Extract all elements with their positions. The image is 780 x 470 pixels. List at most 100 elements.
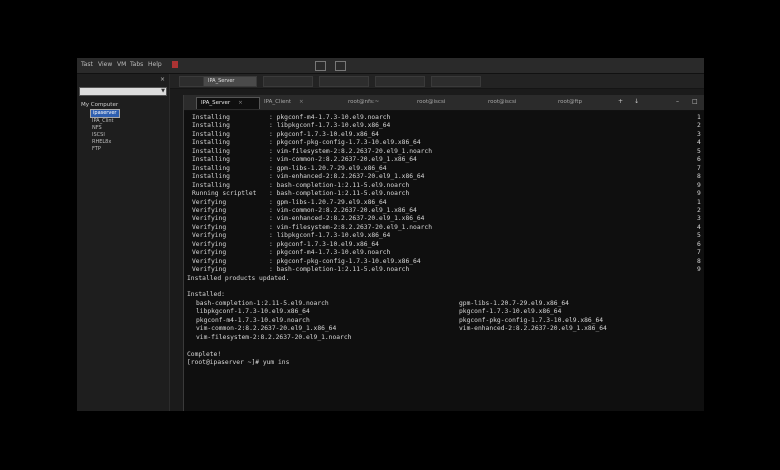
terminal-action: Verifying <box>192 206 227 214</box>
terminal-package: : pkgconf-m4-1.7.3-10.el9.noarch <box>269 249 391 257</box>
menu-tabs[interactable]: Tabs <box>130 61 143 68</box>
terminal-package: : pkgconf-pkg-config-1.7.3-10.el9.x86_64 <box>269 139 421 147</box>
terminal-package: : vim-common-2:8.2.2637-20.el9_1.x86_64 <box>269 206 417 214</box>
terminal-action: Installing <box>192 173 230 181</box>
menu-vm[interactable]: VM <box>117 61 126 68</box>
menu-file[interactable]: Tast <box>81 61 93 68</box>
terminal-prompt[interactable]: [root@ipaserver ~]# yum ins <box>187 359 289 367</box>
menu-view[interactable]: View <box>98 61 112 68</box>
terminal-tab-iscsi-2[interactable]: root@iscsi <box>484 97 546 108</box>
terminal-tab-label: root@ftp <box>558 99 583 105</box>
add-tab-icon[interactable]: + <box>618 98 623 105</box>
terminal-tab-iscsi[interactable]: root@iscsi <box>413 97 475 108</box>
terminal-line: Verifying : bash-completion-1:2.11-5.el9.… <box>187 266 702 274</box>
terminal-progress: 6, <box>697 156 702 164</box>
vm-tab[interactable] <box>263 76 313 87</box>
terminal-action: Running scriptlet <box>192 190 257 198</box>
terminal-action: Installing <box>192 156 230 164</box>
terminal-line: Verifying: pkgconf-1.7.3-10.el9.x86_64 6, <box>187 241 702 249</box>
vm-manager-window: Tast View VM Tabs Help IPA_Server × ▼ My… <box>77 58 704 411</box>
snapshot-icon[interactable] <box>315 61 326 71</box>
vm-tab-ipa-server[interactable]: IPA_Server <box>203 76 257 87</box>
close-icon[interactable]: × <box>160 76 165 83</box>
terminal-package: : pkgconf-m4-1.7.3-10.el9.noarch <box>269 114 391 121</box>
terminal-progress: 5, <box>697 147 702 155</box>
terminal-package: : bash-completion-1:2.11-5.el9.noarch <box>269 181 410 189</box>
installed-package: pkgconf-pkg-config-1.7.3-10.el9.x86_64 <box>459 316 604 324</box>
terminal-package: : gpm-libs-1.20.7-29.el9.x86_64 <box>269 198 387 206</box>
installed-package: pkgconf-1.7.3-10.el9.x86_64 <box>459 308 562 316</box>
terminal-tab-ipa-server[interactable]: IPA_Server × <box>196 97 260 109</box>
terminal-progress: 7, <box>697 164 702 172</box>
minimize-icon[interactable]: – <box>676 98 679 105</box>
terminal-line: Verifying : vim-common-2:8.2.2637-20.el9_… <box>187 207 702 215</box>
tree-item-rhel8x[interactable]: RHEL8x <box>90 139 120 146</box>
terminal-package: : bash-completion-1:2.11-5.el9.noarch <box>269 190 410 198</box>
terminal-package: : vim-filesystem-2:8.2.2637-20.el9_1.noa… <box>269 223 433 231</box>
terminal-line: Installing : vim-filesystem-2:8.2.2637-20… <box>187 148 702 156</box>
vm-tab-strip: IPA_Server <box>169 74 704 89</box>
terminal-tab-label: root@iscsi <box>488 99 517 105</box>
terminal-action: Verifying <box>192 257 227 265</box>
fullscreen-icon[interactable] <box>335 61 346 71</box>
power-icon[interactable] <box>172 61 178 68</box>
chevron-down-icon[interactable]: ▼ <box>161 88 165 95</box>
chevron-down-icon[interactable]: ↓ <box>634 98 639 105</box>
tree-item-nfs[interactable]: NFS <box>90 125 120 132</box>
tree-item-ipaserver[interactable]: ipaserver <box>90 109 120 118</box>
terminal-action: Installing <box>192 147 230 155</box>
terminal-progress: 4, <box>697 223 702 231</box>
terminal-action: Verifying <box>192 232 227 240</box>
terminal-package: : vim-filesystem-2:8.2.2637-20.el9_1.noa… <box>269 147 433 155</box>
tree-item-iscsi[interactable]: ISCSI <box>90 132 120 139</box>
vm-tab[interactable] <box>431 76 481 87</box>
installed-package: vim-common-2:8.2.2637-20.el9_1.x86_64 <box>196 325 337 333</box>
tree-item-ftp[interactable]: FTP <box>90 146 120 153</box>
terminal-action: Verifying <box>192 249 227 257</box>
terminal-progress: 1, <box>697 198 702 206</box>
close-icon[interactable]: × <box>238 100 243 106</box>
terminal-progress: 4, <box>697 139 702 147</box>
terminal-line: Verifying : pkgconf-m4-1.7.3-10.el9.noarc… <box>187 249 702 257</box>
installed-package: pkgconf-m4-1.7.3-10.el9.noarch <box>196 316 310 324</box>
terminal-action: Installing <box>192 122 230 130</box>
installed-package: vim-enhanced-2:8.2.2637-20.el9_1.x86_64 <box>459 325 607 333</box>
terminal-window: IPA_Server × IPA_Client × root@nfs:~ root@… <box>183 95 704 411</box>
terminal-package: : vim-common-2:8.2.2637-20.el9_1.x86_64 <box>269 156 417 164</box>
terminal-output[interactable]: Installing : pkgconf-m4-1.7.3-10.el9.noar… <box>187 114 702 408</box>
terminal-tab-label: IPA_Client <box>264 99 292 105</box>
terminal-package: : libpkgconf-1.7.3-10.el9.x86_64 <box>269 232 391 240</box>
library-search-input[interactable]: ▼ <box>79 87 167 96</box>
terminal-line: Complete! <box>187 350 222 358</box>
vm-tab[interactable] <box>319 76 369 87</box>
terminal-line: Installing: pkgconf-m4-1.7.3-10.el9.noar… <box>187 114 702 122</box>
terminal-line: Installing: libpkgconf-1.7.3-10.el9.x86_… <box>187 122 702 130</box>
close-icon[interactable]: × <box>299 99 304 105</box>
terminal-action: Verifying <box>192 198 227 206</box>
terminal-action: Verifying <box>192 266 227 274</box>
terminal-line: Installing: pkgconf-1.7.3-10.el9.x86_64 3… <box>187 131 702 139</box>
terminal-progress: 5, <box>697 232 702 240</box>
terminal-progress: 8, <box>697 173 702 181</box>
terminal-tab-nfs[interactable]: root@nfs:~ <box>344 97 398 108</box>
terminal-tab-ipa-client[interactable]: IPA_Client × <box>260 97 322 108</box>
terminal-package: : gpm-libs-1.20.7-29.el9.x86_64 <box>269 164 387 172</box>
terminal-progress: 3, <box>697 130 702 138</box>
terminal-line: Verifying: pkgconf-pkg-config-1.7.3-10.e… <box>187 258 702 266</box>
tree-root-my-computer[interactable]: My Computer <box>81 101 120 109</box>
terminal-line: Installed: <box>187 291 225 299</box>
terminal-progress: 2, <box>697 122 702 130</box>
terminal-package: : bash-completion-1:2.11-5.el9.noarch <box>269 266 410 274</box>
terminal-tab-ftp[interactable]: root@ftp <box>554 97 608 108</box>
tree-item-ipa-client[interactable]: IPA_Clint <box>90 118 120 125</box>
terminal-package: : pkgconf-1.7.3-10.el9.x86_64 <box>269 240 379 248</box>
menu-bar: Tast View VM Tabs Help <box>77 58 704 74</box>
vm-tab[interactable] <box>375 76 425 87</box>
terminal-line: Installing: pkgconf-pkg-config-1.7.3-10.… <box>187 139 702 147</box>
menu-help[interactable]: Help <box>148 61 162 68</box>
terminal-line: Verifying: vim-filesystem-2:8.2.2637-20.… <box>187 224 702 232</box>
terminal-action: Verifying <box>192 240 227 248</box>
terminal-line: Verifying : libpkgconf-1.7.3-10.el9.x86_6… <box>187 232 702 240</box>
terminal-progress: 9, <box>697 190 702 198</box>
maximize-icon[interactable]: □ <box>692 98 698 105</box>
